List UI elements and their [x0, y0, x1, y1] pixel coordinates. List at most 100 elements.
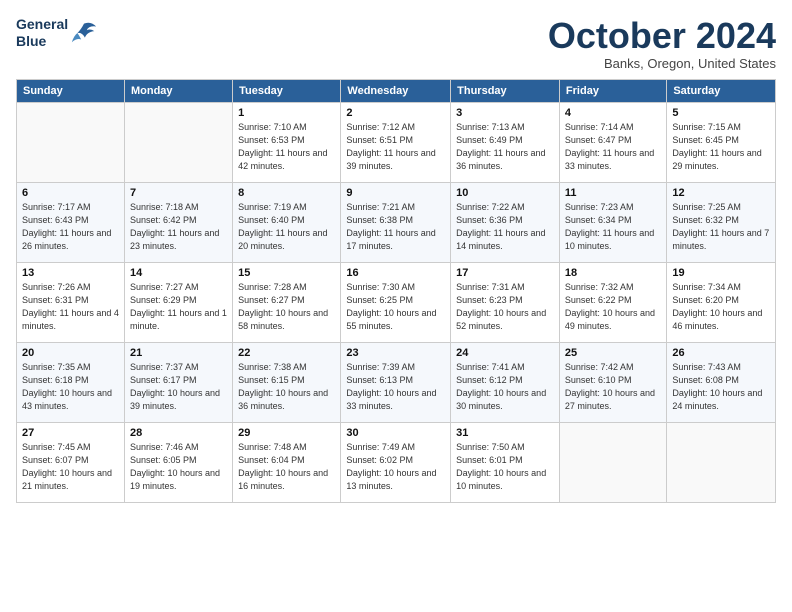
day-number: 31	[456, 427, 554, 439]
day-info: Sunrise: 7:15 AMSunset: 6:45 PMDaylight:…	[672, 121, 770, 173]
day-info: Sunrise: 7:25 AMSunset: 6:32 PMDaylight:…	[672, 201, 770, 253]
day-number: 9	[346, 187, 445, 199]
header-row: SundayMondayTuesdayWednesdayThursdayFrid…	[17, 79, 776, 102]
calendar-cell	[17, 102, 125, 182]
day-info: Sunrise: 7:27 AMSunset: 6:29 PMDaylight:…	[130, 281, 227, 333]
day-number: 3	[456, 107, 554, 119]
calendar-cell: 2 Sunrise: 7:12 AMSunset: 6:51 PMDaylight…	[341, 102, 451, 182]
week-row-2: 6Sunrise: 7:17 AMSunset: 6:43 PMDaylight…	[17, 182, 776, 262]
day-info: Sunrise: 7:48 AMSunset: 6:04 PMDaylight:…	[238, 441, 335, 493]
day-number: 24	[456, 347, 554, 359]
day-number: 25	[565, 347, 661, 359]
day-info: Sunrise: 7:30 AMSunset: 6:25 PMDaylight:…	[346, 281, 445, 333]
logo: General Blue	[16, 16, 98, 50]
day-info: Sunrise: 7:32 AMSunset: 6:22 PMDaylight:…	[565, 281, 661, 333]
day-number: 19	[672, 267, 770, 279]
day-number: 2	[346, 107, 445, 119]
calendar-cell: 27Sunrise: 7:45 AMSunset: 6:07 PMDayligh…	[17, 422, 125, 502]
day-number: 30	[346, 427, 445, 439]
day-number: 26	[672, 347, 770, 359]
calendar-cell: 16 Sunrise: 7:30 AMSunset: 6:25 PMDayligh…	[341, 262, 451, 342]
location-subtitle: Banks, Oregon, United States	[548, 56, 776, 71]
calendar-cell: 13Sunrise: 7:26 AMSunset: 6:31 PMDayligh…	[17, 262, 125, 342]
day-info: Sunrise: 7:46 AMSunset: 6:05 PMDaylight:…	[130, 441, 227, 493]
day-number: 16	[346, 267, 445, 279]
logo-text: General Blue	[16, 16, 68, 50]
day-number: 11	[565, 187, 661, 199]
day-info: Sunrise: 7:35 AMSunset: 6:18 PMDaylight:…	[22, 361, 119, 413]
day-info: Sunrise: 7:34 AMSunset: 6:20 PMDaylight:…	[672, 281, 770, 333]
week-row-4: 20 Sunrise: 7:35 AMSunset: 6:18 PMDayligh…	[17, 342, 776, 422]
header-day-friday: Friday	[559, 79, 666, 102]
day-number: 15	[238, 267, 335, 279]
day-number: 28	[130, 427, 227, 439]
day-number: 23	[346, 347, 445, 359]
calendar-body: 1 Sunrise: 7:10 AMSunset: 6:53 PMDaylight…	[17, 102, 776, 502]
calendar-cell: 10 Sunrise: 7:22 AMSunset: 6:36 PMDayligh…	[451, 182, 560, 262]
title-block: October 2024 Banks, Oregon, United State…	[548, 16, 776, 71]
calendar-cell: 22Sunrise: 7:38 AMSunset: 6:15 PMDayligh…	[233, 342, 341, 422]
calendar-cell	[559, 422, 666, 502]
day-number: 20	[22, 347, 119, 359]
week-row-5: 27Sunrise: 7:45 AMSunset: 6:07 PMDayligh…	[17, 422, 776, 502]
day-number: 18	[565, 267, 661, 279]
day-info: Sunrise: 7:50 AMSunset: 6:01 PMDaylight:…	[456, 441, 554, 493]
month-title: October 2024	[548, 16, 776, 56]
calendar-cell: 19 Sunrise: 7:34 AMSunset: 6:20 PMDayligh…	[667, 262, 776, 342]
day-info: Sunrise: 7:42 AMSunset: 6:10 PMDaylight:…	[565, 361, 661, 413]
header-day-wednesday: Wednesday	[341, 79, 451, 102]
day-info: Sunrise: 7:12 AMSunset: 6:51 PMDaylight:…	[346, 121, 445, 173]
day-number: 29	[238, 427, 335, 439]
day-info: Sunrise: 7:38 AMSunset: 6:15 PMDaylight:…	[238, 361, 335, 413]
calendar-cell: 15 Sunrise: 7:28 AMSunset: 6:27 PMDayligh…	[233, 262, 341, 342]
calendar-cell: 5 Sunrise: 7:15 AMSunset: 6:45 PMDaylight…	[667, 102, 776, 182]
day-number: 14	[130, 267, 227, 279]
day-number: 12	[672, 187, 770, 199]
day-info: Sunrise: 7:10 AMSunset: 6:53 PMDaylight:…	[238, 121, 335, 173]
day-info: Sunrise: 7:28 AMSunset: 6:27 PMDaylight:…	[238, 281, 335, 333]
calendar-cell	[124, 102, 232, 182]
calendar-cell: 24Sunrise: 7:41 AMSunset: 6:12 PMDayligh…	[451, 342, 560, 422]
day-info: Sunrise: 7:45 AMSunset: 6:07 PMDaylight:…	[22, 441, 119, 493]
calendar-cell: 6Sunrise: 7:17 AMSunset: 6:43 PMDaylight…	[17, 182, 125, 262]
day-info: Sunrise: 7:37 AMSunset: 6:17 PMDaylight:…	[130, 361, 227, 413]
day-info: Sunrise: 7:19 AMSunset: 6:40 PMDaylight:…	[238, 201, 335, 253]
calendar-cell: 31 Sunrise: 7:50 AMSunset: 6:01 PMDayligh…	[451, 422, 560, 502]
day-info: Sunrise: 7:21 AMSunset: 6:38 PMDaylight:…	[346, 201, 445, 253]
week-row-3: 13Sunrise: 7:26 AMSunset: 6:31 PMDayligh…	[17, 262, 776, 342]
calendar-cell: 3 Sunrise: 7:13 AMSunset: 6:49 PMDaylight…	[451, 102, 560, 182]
day-number: 17	[456, 267, 554, 279]
day-info: Sunrise: 7:22 AMSunset: 6:36 PMDaylight:…	[456, 201, 554, 253]
calendar-table: SundayMondayTuesdayWednesdayThursdayFrid…	[16, 79, 776, 503]
day-info: Sunrise: 7:43 AMSunset: 6:08 PMDaylight:…	[672, 361, 770, 413]
calendar-cell	[667, 422, 776, 502]
header-day-sunday: Sunday	[17, 79, 125, 102]
day-number: 10	[456, 187, 554, 199]
calendar-cell: 8Sunrise: 7:19 AMSunset: 6:40 PMDaylight…	[233, 182, 341, 262]
day-number: 7	[130, 187, 227, 199]
day-number: 13	[22, 267, 119, 279]
day-number: 4	[565, 107, 661, 119]
day-number: 21	[130, 347, 227, 359]
day-info: Sunrise: 7:18 AMSunset: 6:42 PMDaylight:…	[130, 201, 227, 253]
day-info: Sunrise: 7:14 AMSunset: 6:47 PMDaylight:…	[565, 121, 661, 173]
calendar-header: SundayMondayTuesdayWednesdayThursdayFrid…	[17, 79, 776, 102]
calendar-cell: 1 Sunrise: 7:10 AMSunset: 6:53 PMDaylight…	[233, 102, 341, 182]
header-day-thursday: Thursday	[451, 79, 560, 102]
calendar-cell: 7 Sunrise: 7:18 AMSunset: 6:42 PMDaylight…	[124, 182, 232, 262]
header-day-tuesday: Tuesday	[233, 79, 341, 102]
calendar-cell: 12 Sunrise: 7:25 AMSunset: 6:32 PMDayligh…	[667, 182, 776, 262]
day-number: 1	[238, 107, 335, 119]
header-day-saturday: Saturday	[667, 79, 776, 102]
day-info: Sunrise: 7:39 AMSunset: 6:13 PMDaylight:…	[346, 361, 445, 413]
day-number: 5	[672, 107, 770, 119]
calendar-cell: 28 Sunrise: 7:46 AMSunset: 6:05 PMDayligh…	[124, 422, 232, 502]
page-header: General Blue October 2024 Banks, Oregon,…	[16, 16, 776, 71]
calendar-cell: 25 Sunrise: 7:42 AMSunset: 6:10 PMDayligh…	[559, 342, 666, 422]
calendar-cell: 4 Sunrise: 7:14 AMSunset: 6:47 PMDaylight…	[559, 102, 666, 182]
day-info: Sunrise: 7:13 AMSunset: 6:49 PMDaylight:…	[456, 121, 554, 173]
calendar-cell: 26 Sunrise: 7:43 AMSunset: 6:08 PMDayligh…	[667, 342, 776, 422]
day-info: Sunrise: 7:23 AMSunset: 6:34 PMDaylight:…	[565, 201, 661, 253]
calendar-cell: 17Sunrise: 7:31 AMSunset: 6:23 PMDayligh…	[451, 262, 560, 342]
day-number: 6	[22, 187, 119, 199]
